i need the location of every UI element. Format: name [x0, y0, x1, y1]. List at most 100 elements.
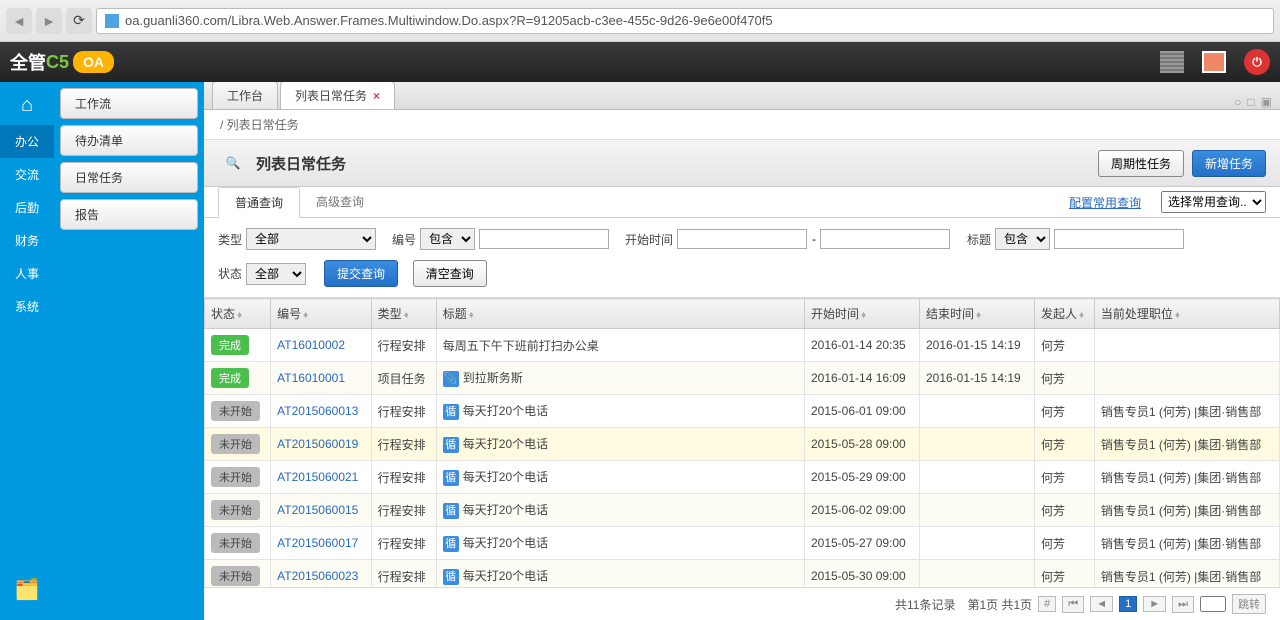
sidebar-icon-item[interactable]: 交流	[0, 158, 54, 191]
type-label: 类型	[218, 231, 242, 248]
sidebar-icon-item[interactable]: 人事	[0, 257, 54, 290]
task-code-link[interactable]: AT2015060021	[277, 470, 358, 484]
task-start: 2015-06-02 09:00	[804, 494, 919, 527]
saved-query-select[interactable]: 选择常用查询..	[1161, 191, 1266, 213]
code-op-select[interactable]: 包含	[420, 228, 475, 250]
task-code-link[interactable]: AT16010001	[277, 371, 345, 385]
page-title: 列表日常任务	[256, 153, 346, 174]
pager-page[interactable]: 1	[1119, 596, 1137, 612]
task-end: 2016-01-15 14:19	[919, 329, 1034, 362]
table-row[interactable]: 完成AT16010001项目任务📎到拉斯务斯2016-01-14 16:0920…	[205, 362, 1280, 395]
back-button[interactable]: ◄	[6, 8, 32, 34]
code-input[interactable]	[479, 229, 609, 249]
table-row[interactable]: 未开始AT2015060013行程安排循每天打20个电话2015-06-01 0…	[205, 395, 1280, 428]
query-tab-normal[interactable]: 普通查询	[218, 187, 300, 218]
menu-item[interactable]: 日常任务	[60, 162, 198, 193]
apps-icon[interactable]	[1160, 51, 1184, 73]
config-query-link[interactable]: 配置常用查询	[1057, 190, 1153, 215]
task-position	[1094, 329, 1279, 362]
task-code-link[interactable]: AT2015060015	[277, 503, 358, 517]
status-select[interactable]: 全部	[246, 263, 306, 285]
sidebar-icon-item[interactable]: 办公	[0, 125, 54, 158]
start-date-to[interactable]	[820, 229, 950, 249]
task-end	[919, 428, 1034, 461]
task-code-link[interactable]: AT16010002	[277, 338, 345, 352]
menu-item[interactable]: 工作流	[60, 88, 198, 119]
status-badge: 未开始	[211, 566, 260, 586]
sidebar-icon-item[interactable]: 后勤	[0, 191, 54, 224]
restore-icon[interactable]: □	[1247, 95, 1254, 109]
sidebar-icon-item[interactable]: 系统	[0, 290, 54, 323]
code-label: 编号	[392, 231, 416, 248]
url-bar[interactable]: oa.guanli360.com/Libra.Web.Answer.Frames…	[96, 8, 1274, 34]
table-row[interactable]: 未开始AT2015060017行程安排循每天打20个电话2015-05-27 0…	[205, 527, 1280, 560]
table-row[interactable]: 未开始AT2015060019行程安排循每天打20个电话2015-05-28 0…	[205, 428, 1280, 461]
pager-first[interactable]: ⏮	[1062, 596, 1084, 613]
tab-workbench[interactable]: 工作台	[212, 82, 278, 109]
task-type: 行程安排	[371, 461, 436, 494]
pager-goto-input[interactable]	[1200, 596, 1226, 612]
task-title: 循每天打20个电话	[436, 560, 804, 588]
query-tab-advanced[interactable]: 高级查询	[300, 187, 380, 217]
task-start: 2015-05-29 09:00	[804, 461, 919, 494]
cards-icon[interactable]: 🗂️	[0, 569, 54, 610]
title-input[interactable]	[1054, 229, 1184, 249]
main-area: 工作台 列表日常任务× ○ □ ▣ / 列表日常任务 🔍 列表日常任务 周期性任…	[204, 82, 1280, 620]
task-code-link[interactable]: AT2015060019	[277, 437, 358, 451]
sidebar-icon-item[interactable]: 财务	[0, 224, 54, 257]
url-text: oa.guanli360.com/Libra.Web.Answer.Frames…	[125, 13, 773, 28]
table-row[interactable]: 未开始AT2015060021行程安排循每天打20个电话2015-05-29 0…	[205, 461, 1280, 494]
status-label: 状态	[218, 265, 242, 282]
start-label: 开始时间	[625, 231, 673, 248]
type-select[interactable]: 全部	[246, 228, 376, 250]
power-icon[interactable]: ⏻	[1244, 49, 1270, 75]
task-owner: 何芳	[1034, 395, 1094, 428]
task-position: 销售专员1 (何芳) |集团·销售部	[1094, 494, 1279, 527]
refresh-button[interactable]: ⟳	[66, 8, 92, 34]
task-end	[919, 560, 1034, 588]
pager-last[interactable]: ⏭	[1172, 596, 1194, 613]
column-header[interactable]: 标题♦	[436, 299, 804, 329]
forward-button[interactable]: ►	[36, 8, 62, 34]
task-type: 行程安排	[371, 329, 436, 362]
pager-prev[interactable]: ◄	[1090, 596, 1113, 612]
task-code-link[interactable]: AT2015060017	[277, 536, 358, 550]
tab-current[interactable]: 列表日常任务×	[280, 82, 395, 109]
column-header[interactable]: 开始时间♦	[804, 299, 919, 329]
task-start: 2015-06-01 09:00	[804, 395, 919, 428]
close-icon[interactable]: ×	[373, 89, 380, 103]
submit-query-button[interactable]: 提交查询	[324, 260, 398, 287]
menu-sidebar: 工作流 待办清单 日常任务 报告	[54, 82, 204, 620]
periodic-task-button[interactable]: 周期性任务	[1098, 150, 1184, 177]
pager-hash[interactable]: #	[1038, 596, 1056, 612]
column-header[interactable]: 编号♦	[271, 299, 372, 329]
table-row[interactable]: 完成AT16010002行程安排每周五下午下班前打扫办公桌2016-01-14 …	[205, 329, 1280, 362]
start-date-from[interactable]	[677, 229, 807, 249]
column-header[interactable]: 结束时间♦	[919, 299, 1034, 329]
table-row[interactable]: 未开始AT2015060015行程安排循每天打20个电话2015-06-02 0…	[205, 494, 1280, 527]
column-header[interactable]: 类型♦	[371, 299, 436, 329]
column-header[interactable]: 当前处理职位♦	[1094, 299, 1279, 329]
clear-query-button[interactable]: 清空查询	[413, 260, 487, 287]
title-label: 标题	[967, 231, 991, 248]
task-code-link[interactable]: AT2015060013	[277, 404, 358, 418]
menu-item[interactable]: 待办清单	[60, 125, 198, 156]
pager-next[interactable]: ►	[1143, 596, 1166, 612]
column-header[interactable]: 发起人♦	[1034, 299, 1094, 329]
new-task-button[interactable]: 新增任务	[1192, 150, 1266, 177]
query-form: 类型 全部 编号 包含 开始时间 📅 - 📅 标题 包含 状态 全部	[204, 218, 1280, 298]
home-icon[interactable]: ⌂	[0, 86, 54, 125]
title-op-select[interactable]: 包含	[995, 228, 1050, 250]
task-code-link[interactable]: AT2015060023	[277, 569, 358, 583]
minimize-icon[interactable]: ○	[1234, 95, 1241, 109]
status-badge: 未开始	[211, 467, 260, 487]
column-header[interactable]: 状态♦	[205, 299, 271, 329]
calendar-icon[interactable]	[1202, 51, 1226, 73]
pager-jump-button[interactable]: 跳转	[1232, 594, 1266, 614]
task-end	[919, 494, 1034, 527]
close-all-icon[interactable]: ▣	[1261, 95, 1272, 109]
tab-row: 工作台 列表日常任务× ○ □ ▣	[204, 82, 1280, 110]
task-title: 循每天打20个电话	[436, 494, 804, 527]
table-row[interactable]: 未开始AT2015060023行程安排循每天打20个电话2015-05-30 0…	[205, 560, 1280, 588]
menu-item[interactable]: 报告	[60, 199, 198, 230]
